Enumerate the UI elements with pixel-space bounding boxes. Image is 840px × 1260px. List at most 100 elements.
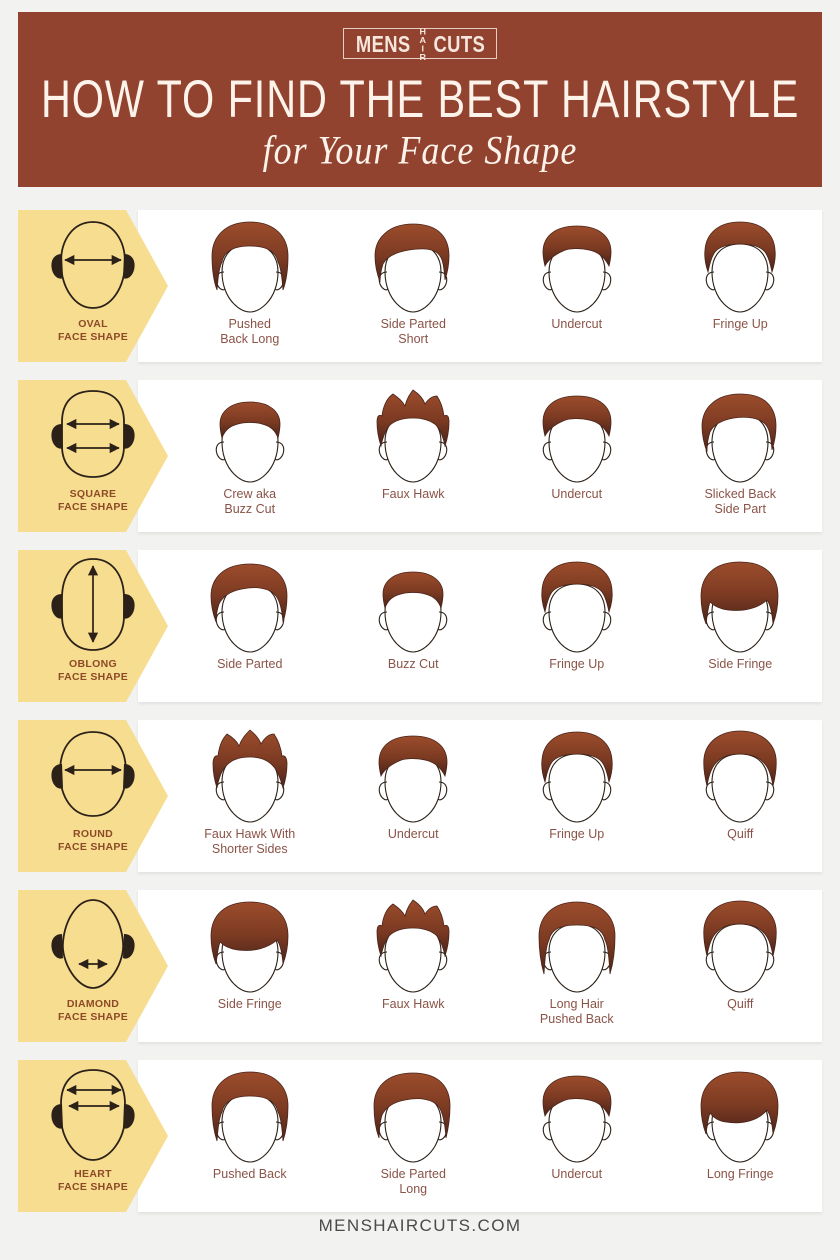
hairstyle-quiff	[703, 900, 777, 993]
style-cell[interactable]: Long Hair Pushed Back	[495, 890, 659, 1042]
hairstyle-side-parted	[210, 563, 288, 653]
hairstyle-fringe-up	[704, 221, 776, 313]
shape-label: DIAMOND FACE SHAPE	[39, 998, 147, 1024]
hairstyle-illustration	[525, 898, 629, 995]
hairstyle-side-fringe	[210, 901, 289, 993]
style-cell[interactable]: Side Parted Long	[332, 1060, 496, 1212]
hairstyle-label: Long Hair Pushed Back	[539, 997, 614, 1026]
hairstyle-illustration	[525, 728, 629, 825]
style-cell[interactable]: Faux Hawk	[332, 890, 496, 1042]
hairstyle-label: Faux Hawk	[381, 997, 445, 1011]
hairstyle-faux-hawk	[376, 389, 450, 483]
hairstyle-undercut	[542, 1075, 612, 1163]
style-cell[interactable]: Undercut	[495, 210, 659, 362]
style-list: Crew aka Buzz Cut Faux Hawk Undercut Sli…	[168, 380, 822, 532]
style-cell[interactable]: Pushed Back Long	[168, 210, 332, 362]
shape-diagram	[39, 724, 147, 828]
hairstyle-illustration	[198, 558, 302, 655]
hairstyle-label: Slicked Back Side Part	[704, 487, 777, 516]
diamond-face-icon	[51, 899, 135, 989]
style-cell[interactable]: Side Parted	[168, 550, 332, 702]
face-shape-row: OVAL FACE SHAPE Pushed Back Long Side Part…	[18, 210, 822, 362]
style-cell[interactable]: Quiff	[659, 720, 823, 872]
hairstyle-undercut	[378, 735, 448, 823]
heart-face-icon	[51, 1069, 135, 1161]
face-shape-row: SQUARE FACE SHAPE Crew aka Buzz Cut Faux H…	[18, 380, 822, 532]
style-cell[interactable]: Quiff	[659, 890, 823, 1042]
hairstyle-illustration	[361, 898, 465, 995]
hairstyle-illustration	[198, 898, 302, 995]
style-cell[interactable]: Buzz Cut	[332, 550, 496, 702]
logo-word-mens: MENS	[355, 30, 411, 57]
shape-diagram	[39, 894, 147, 998]
style-cell[interactable]: Long Fringe	[659, 1060, 823, 1212]
style-cell[interactable]: Undercut	[332, 720, 496, 872]
hairstyle-label: Long Fringe	[706, 1167, 774, 1181]
hairstyle-illustration	[525, 388, 629, 485]
oblong-face-icon	[51, 558, 135, 651]
hairstyle-label: Pushed Back Long	[220, 317, 280, 346]
hairstyle-illustration	[198, 728, 302, 825]
style-cell[interactable]: Fringe Up	[495, 720, 659, 872]
hairstyle-label: Undercut	[551, 317, 603, 331]
shape-name: OBLONG	[69, 658, 117, 670]
style-cell[interactable]: Undercut	[495, 380, 659, 532]
style-cell[interactable]: Side Fringe	[659, 550, 823, 702]
shape-diagram	[39, 214, 147, 318]
hairstyle-label: Buzz Cut	[387, 657, 439, 671]
style-cell[interactable]: Faux Hawk With Shorter Sides	[168, 720, 332, 872]
page-title: HOW TO FIND THE BEST HAIRSTYLE	[40, 68, 800, 129]
style-cell[interactable]: Pushed Back	[168, 1060, 332, 1212]
hairstyle-label: Quiff	[727, 997, 754, 1011]
style-cell[interactable]: Slicked Back Side Part	[659, 380, 823, 532]
shape-name: HEART	[74, 1168, 112, 1180]
style-cell[interactable]: Crew aka Buzz Cut	[168, 380, 332, 532]
style-list: Pushed Back Side Parted Long Undercut Lo…	[168, 1060, 822, 1212]
hairstyle-faux-hawk-shorter-sides	[212, 729, 288, 823]
style-cell[interactable]: Fringe Up	[495, 550, 659, 702]
hairstyle-fringe-up	[541, 731, 613, 823]
shape-sub: FACE SHAPE	[57, 671, 129, 684]
hairstyle-illustration	[198, 218, 302, 315]
hairstyle-label: Quiff	[727, 827, 754, 841]
hairstyle-illustration	[361, 728, 465, 825]
hairstyle-label: Side Fringe	[708, 657, 773, 671]
face-shape-row: OBLONG FACE SHAPE Side Parted Buzz Cut F…	[18, 550, 822, 702]
face-shape-row: DIAMONDFACE SHAPE Side Fringe Faux Hawk	[18, 890, 822, 1042]
hairstyle-illustration	[688, 388, 792, 485]
hairstyle-illustration	[198, 1068, 302, 1165]
shape-diagram	[39, 384, 147, 488]
style-cell[interactable]: Fringe Up	[659, 210, 823, 362]
shape-name: OVAL	[78, 318, 108, 330]
style-cell[interactable]: Side Parted Short	[332, 210, 496, 362]
shape-name: SQUARE	[69, 488, 117, 500]
logo-word-cuts: CUTS	[433, 30, 485, 57]
shape-diagram	[39, 554, 147, 658]
hairstyle-illustration	[361, 218, 465, 315]
shape-sub: FACE SHAPE	[57, 331, 129, 344]
style-list: Pushed Back Long Side Parted Short Undercu…	[168, 210, 822, 362]
hairstyle-illustration	[688, 728, 792, 825]
hairstyle-illustration	[361, 1068, 465, 1165]
square-face-icon	[51, 390, 135, 478]
hairstyle-label: Fringe Up	[549, 657, 605, 671]
round-face-icon	[51, 731, 135, 817]
oval-face-icon	[51, 221, 135, 309]
hairstyle-undercut	[542, 395, 612, 483]
shape-sub: FACE SHAPE	[57, 501, 129, 514]
hairstyle-illustration	[361, 558, 465, 655]
shape-sub: FACE SHAPE	[57, 841, 129, 854]
shape-sub: FACE SHAPE	[57, 1011, 129, 1024]
hairstyle-illustration	[361, 388, 465, 485]
style-cell[interactable]: Faux Hawk	[332, 380, 496, 532]
hairstyle-fringe-up	[541, 561, 613, 653]
shape-name: ROUND	[73, 828, 113, 840]
hairstyle-side-parted-short	[374, 223, 450, 313]
style-cell[interactable]: Side Fringe	[168, 890, 332, 1042]
hairstyle-label: Undercut	[387, 827, 439, 841]
style-cell[interactable]: Undercut	[495, 1060, 659, 1212]
hairstyle-crew-buzz-cut	[215, 401, 285, 483]
style-list: Side Fringe Faux Hawk Long Hair Pushed Ba…	[168, 890, 822, 1042]
hairstyle-illustration	[525, 1068, 629, 1165]
brand-logo: MENS HAIR CUTS	[342, 27, 498, 61]
